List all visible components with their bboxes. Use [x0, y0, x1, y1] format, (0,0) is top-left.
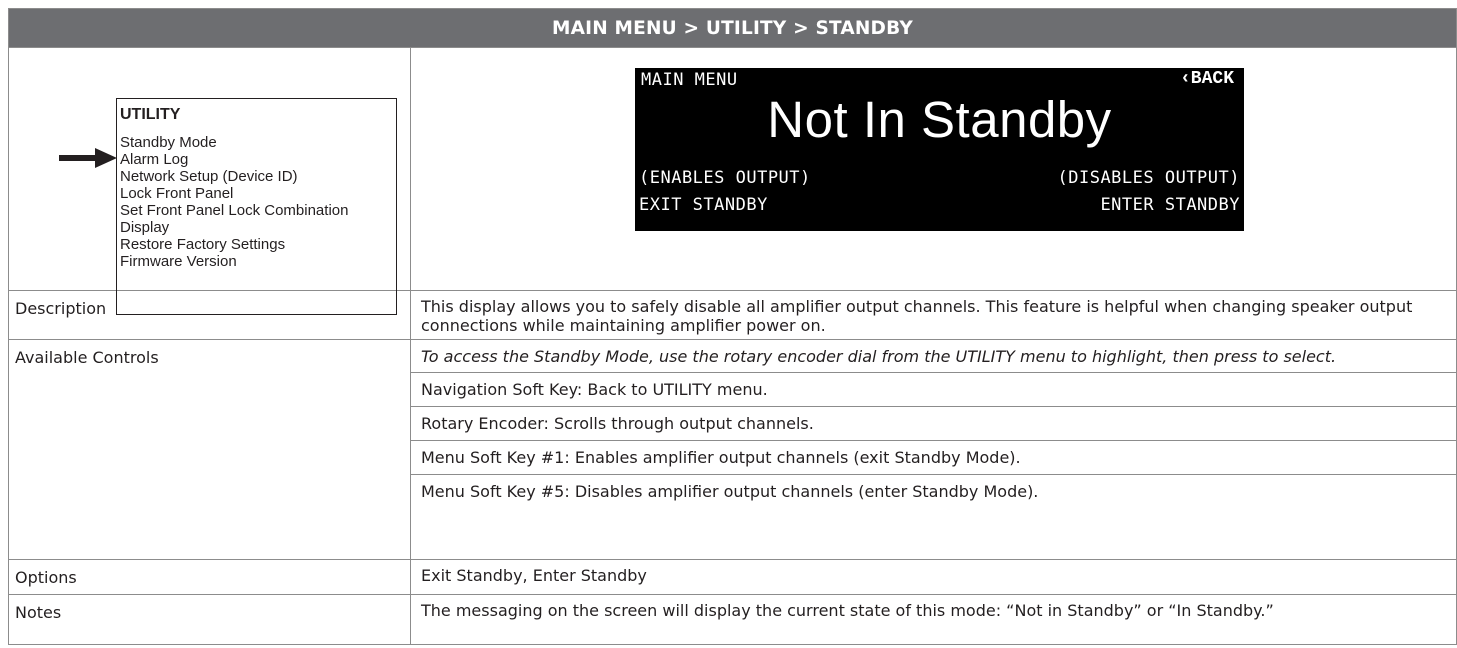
options-label: Options	[8, 559, 411, 596]
options-text: Exit Standby, Enter Standby	[410, 559, 1457, 596]
menu-illustration-cell: UTILITY Standby Mode Alarm Log Network S…	[8, 47, 411, 316]
lcd-illustration-cell: MAIN MENU ‹BACK Not In Standby (ENABLES …	[410, 47, 1457, 292]
lcd-enter-standby: ENTER STANDBY	[1100, 195, 1240, 216]
available-controls-list: To access the Standby Mode, use the rota…	[410, 339, 1457, 561]
control-rotary-encoder: Rotary Encoder: Scrolls through output c…	[411, 407, 1456, 442]
menu-reference-table: MAIN MENU > UTILITY > STANDBY UTILITY St…	[8, 7, 1457, 645]
lcd-main-menu-label: MAIN MENU	[641, 70, 738, 91]
controls-intro: To access the Standby Mode, use the rota…	[411, 340, 1456, 374]
breadcrumb-header: MAIN MENU > UTILITY > STANDBY	[8, 7, 1457, 49]
lcd-back-label: ‹BACK	[1179, 69, 1234, 90]
menu-item-firmware-version: Firmware Version	[120, 253, 237, 271]
menu-item-display: Display	[120, 219, 170, 237]
menu-item-restore-factory: Restore Factory Settings	[120, 236, 286, 254]
lcd-screen: MAIN MENU ‹BACK Not In Standby (ENABLES …	[635, 68, 1244, 232]
menu-item-alarm-log: Alarm Log	[120, 151, 189, 169]
menu-item-lock-front-panel: Lock Front Panel	[120, 185, 234, 203]
menu-item-set-lock-combination: Set Front Panel Lock Combination	[120, 202, 349, 220]
control-menu-soft-key-1: Menu Soft Key #1: Enables amplifier outp…	[411, 441, 1456, 476]
menu-title: UTILITY	[120, 106, 181, 124]
notes-label: Notes	[8, 594, 411, 645]
lcd-status-text: Not In Standby	[767, 91, 1112, 149]
control-navigation-soft-key: Navigation Soft Key: Back to UTILITY men…	[411, 373, 1456, 408]
lcd-left-hint: (ENABLES OUTPUT)	[639, 168, 811, 189]
utility-menu-box: UTILITY Standby Mode Alarm Log Network S…	[116, 98, 397, 316]
lcd-exit-standby: EXIT STANDBY	[639, 195, 768, 216]
menu-item-standby-mode: Standby Mode	[120, 134, 217, 152]
description-text: This display allows you to safely disabl…	[410, 290, 1457, 341]
pointer-arrow-icon	[59, 148, 117, 169]
menu-item-network-setup: Network Setup (Device ID)	[120, 168, 298, 186]
available-controls-label: Available Controls	[8, 339, 411, 561]
lcd-right-hint: (DISABLES OUTPUT)	[1057, 168, 1240, 189]
control-menu-soft-key-5: Menu Soft Key #5: Disables amplifier out…	[421, 482, 1039, 502]
notes-text: The messaging on the screen will display…	[410, 594, 1457, 645]
